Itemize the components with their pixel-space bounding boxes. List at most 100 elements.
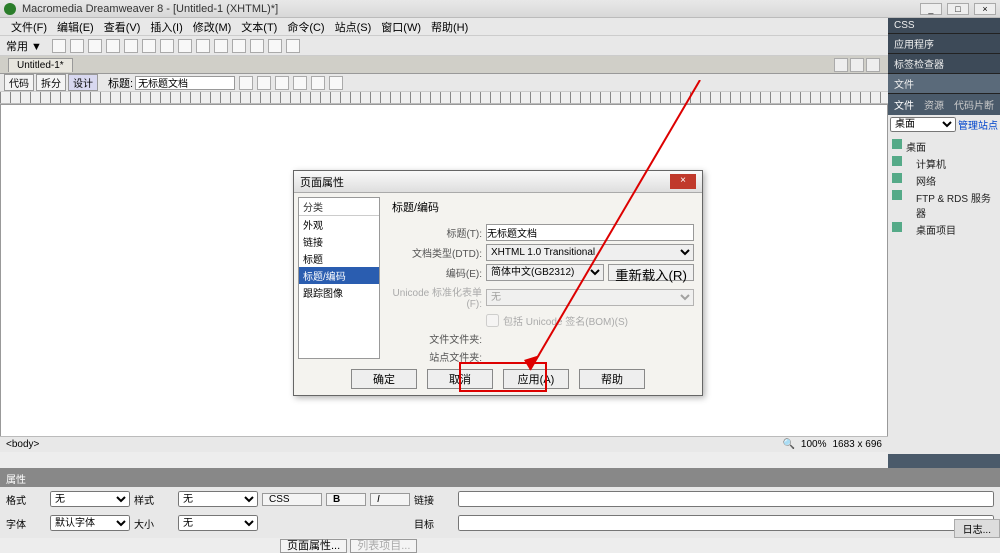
tool-icon[interactable]	[214, 39, 228, 53]
format-select[interactable]: 无	[50, 491, 130, 507]
category-title-encoding[interactable]: 标题/编码	[299, 267, 379, 284]
link-input[interactable]	[458, 491, 994, 507]
tool-icon[interactable]	[178, 39, 192, 53]
tree-item[interactable]: 网络	[892, 172, 996, 189]
tree-item[interactable]: 计算机	[892, 155, 996, 172]
menu-help[interactable]: 帮助(H)	[426, 19, 473, 35]
reload-button[interactable]: 重新载入(R)	[608, 264, 694, 281]
tool-icon[interactable]	[124, 39, 138, 53]
category-list: 分类 外观 链接 标题 标题/编码 跟踪图像	[298, 197, 380, 359]
tree-item[interactable]: FTP & RDS 服务器	[892, 189, 996, 221]
window-title: Macromedia Dreamweaver 8 - [Untitled-1 (…	[22, 3, 918, 15]
encoding-select[interactable]: 简体中文(GB2312)	[486, 264, 604, 281]
ok-button[interactable]: 确定	[351, 369, 417, 389]
tool-icon[interactable]	[250, 39, 264, 53]
site-select[interactable]: 桌面	[890, 117, 956, 132]
help-button[interactable]: 帮助	[579, 369, 645, 389]
size-label: 大小	[134, 516, 174, 531]
files-tab-files[interactable]: 文件	[890, 96, 918, 113]
toolbar-icon[interactable]	[311, 76, 325, 90]
menu-view[interactable]: 查看(V)	[99, 19, 146, 35]
tool-icon[interactable]	[232, 39, 246, 53]
menu-insert[interactable]: 插入(I)	[145, 19, 187, 35]
menu-commands[interactable]: 命令(C)	[282, 19, 329, 35]
close-button[interactable]: ×	[974, 3, 996, 15]
category-appearance[interactable]: 外观	[299, 216, 379, 233]
category-header: 分类	[299, 198, 379, 216]
menu-site[interactable]: 站点(S)	[330, 19, 377, 35]
design-view-button[interactable]: 设计	[68, 74, 98, 91]
toolbar-category[interactable]: 常用 ▼	[6, 38, 42, 54]
menu-file[interactable]: 文件(F)	[6, 19, 52, 35]
dialog-close-button[interactable]: ×	[670, 174, 696, 189]
insert-toolbar: 常用 ▼	[0, 36, 1000, 56]
files-tab-assets[interactable]: 资源	[920, 96, 948, 113]
style-select[interactable]: 无	[178, 491, 258, 507]
doc-min-icon[interactable]	[834, 58, 848, 72]
files-tab-snippets[interactable]: 代码片断	[950, 96, 998, 113]
tool-icon[interactable]	[88, 39, 102, 53]
category-tracing[interactable]: 跟踪图像	[299, 284, 379, 301]
title-field[interactable]	[486, 224, 694, 241]
panel-application[interactable]: 应用程序	[888, 34, 1000, 54]
toolbar-icon[interactable]	[239, 76, 253, 90]
doc-close-icon[interactable]	[866, 58, 880, 72]
doc-window-controls	[834, 58, 880, 72]
panel-tag-inspector[interactable]: 标签检查器	[888, 54, 1000, 74]
category-links[interactable]: 链接	[299, 233, 379, 250]
panel-css[interactable]: CSS	[888, 18, 1000, 34]
document-tab[interactable]: Untitled-1*	[8, 58, 73, 72]
page-properties-button[interactable]: 页面属性...	[280, 539, 347, 553]
dialog-titlebar[interactable]: 页面属性 ×	[294, 171, 702, 193]
target-label: 目标	[414, 516, 454, 531]
manage-sites-link[interactable]: 管理站点	[958, 117, 998, 132]
toolbar-icon[interactable]	[257, 76, 271, 90]
category-headings[interactable]: 标题	[299, 250, 379, 267]
maximize-button[interactable]: □	[947, 3, 969, 15]
doc-max-icon[interactable]	[850, 58, 864, 72]
tool-icon[interactable]	[70, 39, 84, 53]
tool-icon[interactable]	[160, 39, 174, 53]
properties-header[interactable]: 属性	[0, 470, 1000, 487]
zoom-value[interactable]: 100%	[801, 439, 827, 450]
toolbar-icon[interactable]	[275, 76, 289, 90]
menu-modify[interactable]: 修改(M)	[188, 19, 237, 35]
tool-icon[interactable]	[106, 39, 120, 53]
panel-group: CSS 应用程序 标签检查器 文件 文件 资源 代码片断 桌面 管理站点 桌面 …	[888, 18, 1000, 538]
tag-path[interactable]: <body>	[6, 439, 39, 450]
code-view-button[interactable]: 代码	[4, 74, 34, 91]
menu-window[interactable]: 窗口(W)	[376, 19, 426, 35]
toolbar-icon[interactable]	[293, 76, 307, 90]
split-view-button[interactable]: 拆分	[36, 74, 66, 91]
window-size[interactable]: 1683 x 696	[833, 439, 883, 450]
encoding-label: 编码(E):	[392, 265, 482, 280]
tool-icon[interactable]	[286, 39, 300, 53]
bold-button[interactable]: B	[326, 493, 366, 506]
files-panel: 文件 资源 代码片断 桌面 管理站点 桌面 计算机 网络 FTP & RDS 服…	[888, 94, 1000, 454]
font-select[interactable]: 默认字体	[50, 515, 130, 531]
tree-item[interactable]: 桌面	[892, 138, 996, 155]
title-input[interactable]	[135, 76, 235, 90]
document-tab-bar: Untitled-1*	[0, 56, 1000, 74]
dtd-select[interactable]: XHTML 1.0 Transitional	[486, 244, 694, 261]
minimize-button[interactable]: _	[920, 3, 942, 15]
italic-button[interactable]: I	[370, 493, 410, 506]
menu-text[interactable]: 文本(T)	[236, 19, 282, 35]
tree-item[interactable]: 桌面项目	[892, 221, 996, 238]
tool-icon[interactable]	[142, 39, 156, 53]
log-button[interactable]: 日志...	[954, 519, 1000, 538]
target-select[interactable]	[458, 515, 994, 531]
size-select[interactable]: 无	[178, 515, 258, 531]
css-button[interactable]: CSS	[262, 493, 322, 506]
toolbar-icon[interactable]	[329, 76, 343, 90]
tool-icon[interactable]	[196, 39, 210, 53]
link-label: 链接	[414, 492, 454, 507]
zoom-icon[interactable]: 🔍	[782, 439, 794, 450]
cancel-button[interactable]: 取消	[427, 369, 493, 389]
apply-button[interactable]: 应用(A)	[503, 369, 569, 389]
panel-files[interactable]: 文件	[888, 74, 1000, 94]
tool-icon[interactable]	[268, 39, 282, 53]
tool-icon[interactable]	[52, 39, 66, 53]
menu-edit[interactable]: 编辑(E)	[52, 19, 99, 35]
properties-panel: 属性 格式 无 样式 无 CSS B I 链接 字体 默认字体 大小 无 目标 …	[0, 468, 1000, 538]
